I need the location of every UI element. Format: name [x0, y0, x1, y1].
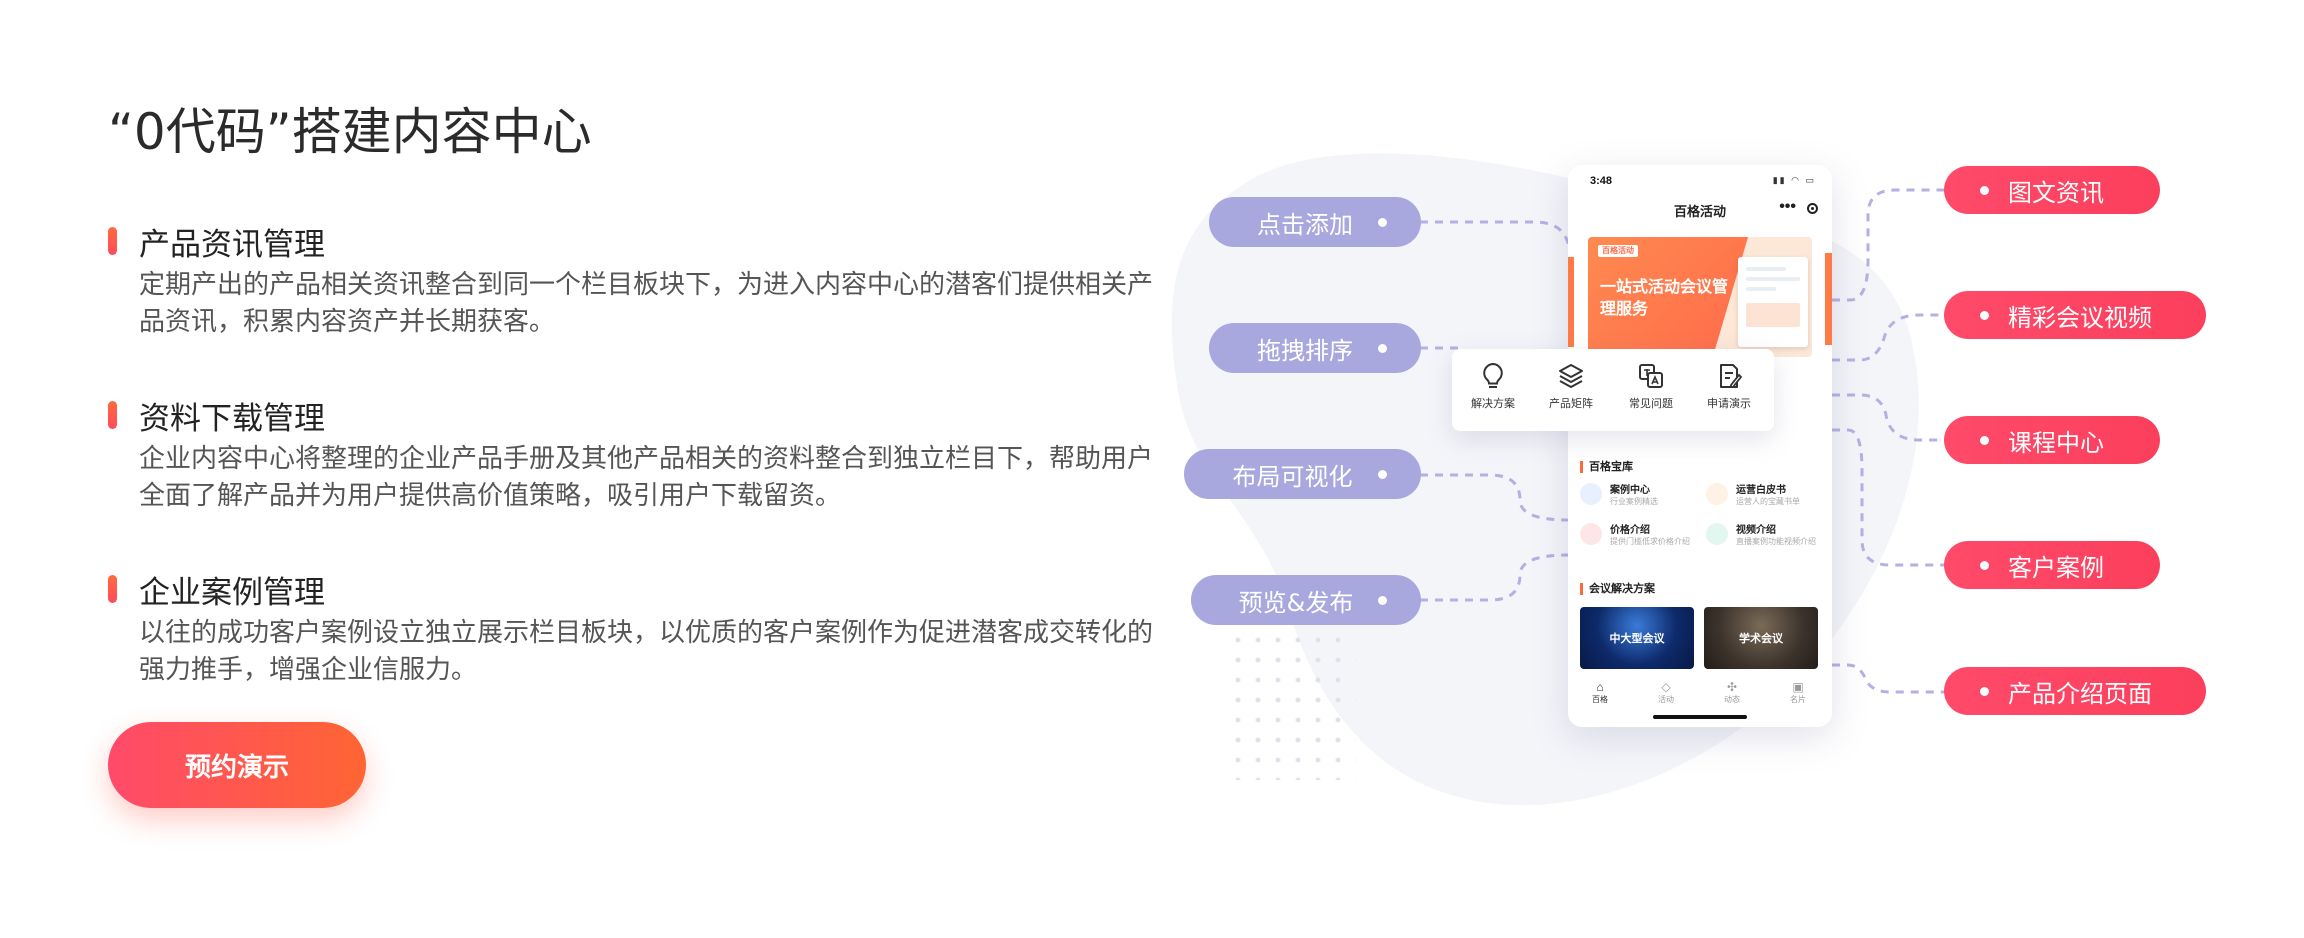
pill-dot [1980, 436, 1989, 445]
quick-item-request-demo[interactable]: 申请演示 [1690, 361, 1768, 411]
pill-dot [1980, 687, 1989, 696]
tab-label: 百格 [1592, 695, 1608, 704]
quick-item-solutions[interactable]: 解决方案 [1454, 361, 1532, 411]
book-icon [1706, 483, 1728, 505]
pill-label: 产品介绍页面 [2008, 679, 2152, 708]
pill-dot [1980, 186, 1989, 195]
tab-label: 动态 [1724, 695, 1740, 704]
solution-card-academic-meeting[interactable]: 学术会议 [1704, 607, 1818, 669]
library-item-pricing[interactable]: 价格介绍 提供门槛低求价格介绍 [1580, 519, 1700, 553]
pill-label: 点击添加 [1257, 210, 1353, 239]
feature-accent-bar [108, 575, 117, 603]
library-item-whitepaper[interactable]: 运营白皮书 运营人的宝藏书单 [1706, 479, 1826, 513]
feature-accent-bar [108, 227, 117, 255]
banner-dashboard-image [1738, 257, 1808, 347]
translate-icon [1639, 364, 1663, 388]
tab-events[interactable]: ◇ 活动 [1646, 680, 1686, 705]
tab-home[interactable]: ⌂ 百格 [1580, 680, 1620, 705]
quick-item-product-matrix[interactable]: 产品矩阵 [1532, 361, 1610, 411]
pill-meeting-videos: 精彩会议视频 [1944, 291, 2206, 339]
tab-label: 活动 [1658, 695, 1674, 704]
quick-item-label: 常见问题 [1629, 397, 1673, 410]
library-item-cases[interactable]: 案例中心 行业案例精选 [1580, 479, 1700, 513]
feature-accent-bar [108, 401, 117, 429]
library-item-name: 案例中心 [1610, 485, 1650, 496]
feature-title: 资料下载管理 [139, 401, 325, 437]
pill-dot [1980, 561, 1989, 570]
tab-card[interactable]: ▣ 名片 [1778, 680, 1818, 705]
library-item-sub: 行业案例精选 [1610, 497, 1658, 506]
quick-menu-card: 解决方案 产品矩阵 常见问题 申请演示 [1452, 349, 1774, 431]
banner-logo: 百格活动 [1598, 245, 1638, 257]
feature-description: 以往的成功客户案例设立独立展示栏目板块，以优质的客户案例作为促进潜客成交转化的强… [139, 618, 1154, 685]
quick-item-label: 解决方案 [1471, 397, 1515, 410]
pill-label: 拖拽排序 [1257, 336, 1353, 365]
more-menu-icon[interactable]: ••• [1779, 198, 1796, 216]
library-item-videos[interactable]: 视频介绍 直播案例功能视频介绍 [1706, 519, 1826, 553]
banner-side-strip [1568, 257, 1574, 347]
feature-description: 定期产出的产品相关资讯整合到同一个栏目板块下，为进入内容中心的潜客们提供相关产品… [139, 270, 1154, 337]
quick-item-faq[interactable]: 常见问题 [1612, 361, 1690, 411]
pill-dot [1378, 218, 1387, 227]
promo-banner[interactable]: 百格活动 一站式活动会议管理服务 [1588, 237, 1812, 357]
library-item-sub: 直播案例功能视频介绍 [1736, 537, 1816, 546]
quick-item-label: 产品矩阵 [1549, 397, 1593, 410]
library-section-title: 百格宝库 [1580, 461, 1633, 473]
feature-title: 产品资讯管理 [139, 227, 325, 263]
solution-card-large-meeting[interactable]: 中大型会议 [1580, 607, 1694, 669]
pill-dot [1378, 596, 1387, 605]
page-title: “0代码”搭建内容中心 [108, 103, 592, 161]
tab-label: 名片 [1790, 695, 1806, 704]
library-item-name: 运营白皮书 [1736, 485, 1786, 496]
pill-dot [1378, 344, 1387, 353]
phone-mockup: 3:48 ▮▮ ◠ ▭ 百格活动 ••• 百格活动 一站式活动会议管理服务 百格… [1568, 165, 1832, 727]
banner-side-strip [1825, 253, 1832, 345]
pill-label: 精彩会议视频 [2008, 303, 2152, 332]
price-tag-icon [1580, 523, 1602, 545]
bookmark-icon [1580, 483, 1602, 505]
status-icons: ▮▮ ◠ ▭ [1772, 175, 1816, 185]
pill-customer-cases: 客户案例 [1944, 541, 2160, 589]
video-icon [1706, 523, 1728, 545]
library-item-sub: 运营人的宝藏书单 [1736, 497, 1800, 506]
activity-icon: ✣ [1726, 680, 1738, 694]
close-target-icon[interactable] [1807, 203, 1818, 214]
banner-headline: 一站式活动会议管理服务 [1600, 279, 1729, 318]
card-icon: ▣ [1792, 680, 1804, 694]
pill-drag-sort: 拖拽排序 [1209, 323, 1421, 373]
library-item-name: 视频介绍 [1736, 525, 1776, 536]
status-time: 3:48 [1590, 175, 1613, 187]
pill-visual-layout: 布局可视化 [1184, 449, 1421, 499]
home-icon: ⌂ [1596, 680, 1604, 694]
pill-click-add: 点击添加 [1209, 197, 1421, 247]
pill-dot [1980, 311, 1989, 320]
pill-articles: 图文资讯 [1944, 166, 2160, 214]
quick-item-label: 申请演示 [1707, 397, 1751, 410]
edit-icon [1720, 364, 1743, 388]
pill-product-pages: 产品介绍页面 [1944, 667, 2206, 715]
pill-dot [1378, 470, 1387, 479]
book-demo-button[interactable]: 预约演示 [108, 722, 366, 808]
feature-description: 企业内容中心将整理的企业产品手册及其他产品相关的资料整合到独立栏目下，帮助用户全… [139, 444, 1154, 511]
pill-preview-publish: 预览&发布 [1191, 575, 1421, 625]
layers-icon [1559, 364, 1583, 388]
bottom-tab-bar: ⌂ 百格 ◇ 活动 ✣ 动态 ▣ 名片 [1568, 680, 1832, 706]
solutions-section-title: 会议解决方案 [1580, 583, 1655, 595]
feature-title: 企业案例管理 [139, 575, 325, 611]
library-item-name: 价格介绍 [1610, 525, 1650, 536]
pill-courses: 课程中心 [1944, 416, 2160, 464]
library-item-sub: 提供门槛低求价格介绍 [1610, 537, 1690, 546]
pill-label: 图文资讯 [2008, 178, 2104, 207]
pill-label: 课程中心 [2008, 428, 2104, 457]
pill-label: 客户案例 [2008, 553, 2104, 582]
tab-feed[interactable]: ✣ 动态 [1712, 680, 1752, 705]
tag-icon: ◇ [1661, 680, 1671, 694]
dot-pattern [1228, 630, 1356, 780]
bulb-icon [1483, 362, 1503, 388]
home-indicator [1653, 715, 1747, 719]
